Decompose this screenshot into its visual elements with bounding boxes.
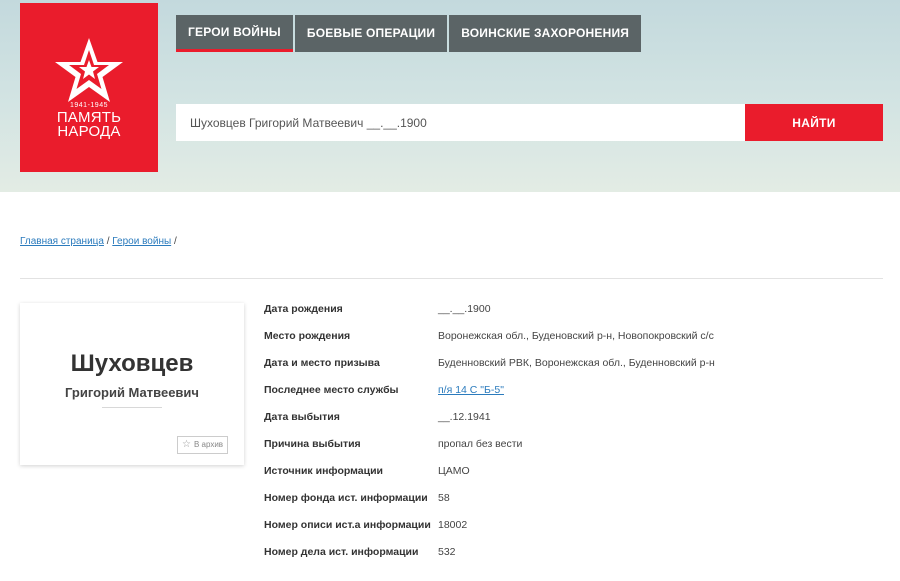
detail-value: Воронежская обл., Буденовский р-н, Новоп…	[438, 330, 714, 342]
add-to-archive-button[interactable]: ☆ В архив	[177, 436, 229, 454]
logo-years: 1941-1945	[70, 102, 108, 109]
last-service-link[interactable]: п/я 14 С "Б-5"	[438, 384, 504, 396]
detail-label: Номер описи ист.а информации	[264, 519, 431, 531]
breadcrumb-heroes-link[interactable]: Герои войны	[112, 236, 171, 247]
site-header: 1941-1945 ПАМЯТЬ НАРОДА ГЕРОИ ВОЙНЫ БОЕВ…	[0, 0, 900, 192]
nav-heroes-of-war[interactable]: ГЕРОИ ВОЙНЫ	[176, 15, 293, 52]
red-star-icon	[55, 38, 123, 102]
detail-label: Причина выбытия	[264, 438, 361, 450]
archive-button-label: В архив	[193, 440, 224, 449]
divider	[20, 278, 883, 279]
person-surname: Шуховцев	[70, 350, 194, 377]
detail-label: Дата выбытия	[264, 411, 340, 423]
person-given-names: Григорий Матвеевич	[65, 385, 199, 400]
nav-military-burials[interactable]: ВОИНСКИЕ ЗАХОРОНЕНИЯ	[449, 15, 642, 52]
logo-text: ПАМЯТЬ НАРОДА	[20, 110, 158, 140]
breadcrumb-separator: /	[173, 236, 177, 247]
detail-value: __.__.1900	[438, 303, 491, 315]
card-divider	[102, 407, 162, 408]
detail-value: пропал без вести	[438, 438, 523, 450]
logo-text-line-2: НАРОДА	[57, 123, 121, 140]
detail-label: Источник информации	[264, 465, 383, 477]
detail-value: п/я 14 С "Б-5"	[438, 384, 504, 396]
detail-value: Буденновский РВК, Воронежская обл., Буде…	[438, 357, 715, 369]
detail-label: Номер дела ист. информации	[264, 546, 419, 558]
breadcrumb-home-link[interactable]: Главная страница	[20, 236, 104, 247]
search-button[interactable]: НАЙТИ	[745, 104, 883, 141]
breadcrumb-separator: /	[106, 236, 110, 247]
nav-combat-operations[interactable]: БОЕВЫЕ ОПЕРАЦИИ	[294, 15, 448, 52]
logo[interactable]: 1941-1945 ПАМЯТЬ НАРОДА	[20, 3, 158, 172]
detail-value: __.12.1941	[438, 411, 491, 423]
detail-value: 18002	[438, 519, 468, 531]
star-icon: ☆	[182, 439, 191, 450]
detail-value: 58	[438, 492, 450, 504]
detail-value: ЦАМО	[438, 465, 470, 477]
detail-label: Дата и место призыва	[264, 357, 380, 369]
detail-label: Последнее место службы	[264, 384, 399, 396]
person-card: Шуховцев Григорий Матвеевич ☆ В архив	[20, 303, 244, 465]
breadcrumb: Главная страница / Герои войны /	[20, 236, 177, 247]
detail-label: Место рождения	[264, 330, 351, 342]
main-nav: ГЕРОИ ВОЙНЫ БОЕВЫЕ ОПЕРАЦИИ ВОИНСКИЕ ЗАХ…	[176, 15, 643, 52]
detail-label: Дата рождения	[264, 303, 343, 315]
detail-label: Номер фонда ист. информации	[264, 492, 428, 504]
detail-value: 532	[438, 546, 456, 558]
search-input[interactable]	[176, 104, 745, 141]
